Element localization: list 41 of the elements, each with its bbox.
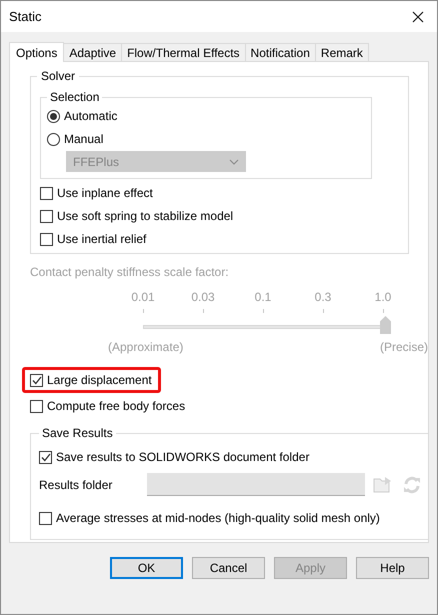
tick-label: 0.01 xyxy=(131,289,155,306)
tab[interactable]: Adaptive xyxy=(63,43,122,61)
checkbox-label: Use inplane effect xyxy=(57,185,153,202)
check-icon xyxy=(32,376,42,384)
checkbox[interactable] xyxy=(30,374,43,386)
group-title: Save Results xyxy=(41,425,114,442)
checkbox-label: Save results to SOLIDWORKS document folder xyxy=(56,449,310,466)
checkbox-label: Use inertial relief xyxy=(57,231,146,248)
checkbox[interactable] xyxy=(39,512,52,524)
group-title: Solver xyxy=(40,68,76,85)
close-icon xyxy=(412,10,424,22)
tick-label: 1.0 xyxy=(374,289,392,306)
checkbox[interactable] xyxy=(40,232,53,246)
check-icon xyxy=(40,452,50,462)
checkbox[interactable] xyxy=(30,400,43,412)
tick-label: 0.03 xyxy=(191,289,215,306)
group-title: Selection xyxy=(49,89,100,106)
tick-label: 0.1 xyxy=(254,289,272,306)
chevron-down-icon xyxy=(229,158,239,164)
field-label: Results folder xyxy=(39,477,114,494)
checkbox-label: Use soft spring to stabilize model xyxy=(57,208,234,225)
tab[interactable]: Remark xyxy=(314,43,369,61)
radio-button[interactable] xyxy=(47,110,60,122)
dialog-button[interactable]: Cancel xyxy=(192,557,265,579)
checkbox-label: Large displacement xyxy=(47,372,152,389)
radio-button[interactable] xyxy=(47,132,60,146)
tab[interactable]: Options xyxy=(9,42,64,62)
radio-label: Automatic xyxy=(64,108,118,125)
slider-max-label: (Precise) xyxy=(380,339,428,356)
radio-label: Manual xyxy=(64,131,104,148)
checkbox[interactable] xyxy=(40,186,53,200)
slider-label: Contact penalty stiffness scale factor: xyxy=(30,265,229,279)
tick-label: 0.3 xyxy=(314,289,332,306)
checkbox[interactable] xyxy=(40,210,53,222)
window-title: Static xyxy=(9,8,42,26)
dialog-button[interactable]: OK xyxy=(110,557,183,579)
dialog-button[interactable]: Help xyxy=(356,557,429,579)
slider-min-label: (Approximate) xyxy=(108,339,184,356)
checkbox-label: Average stresses at mid-nodes (high-quality solid mesh only) xyxy=(56,510,380,527)
checkbox-label: Compute free body forces xyxy=(47,398,186,415)
checkbox[interactable] xyxy=(39,450,52,464)
